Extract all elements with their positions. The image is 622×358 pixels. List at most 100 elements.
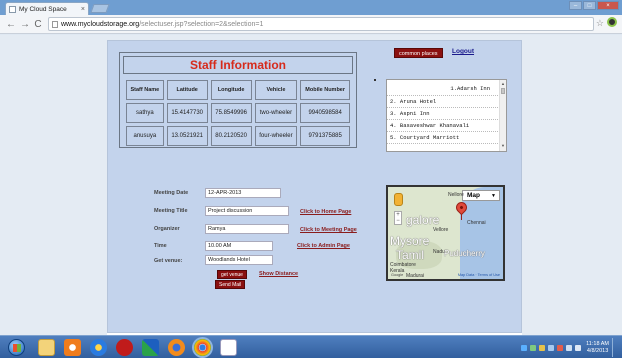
table-row: sathya 15.4147730 75.8549996 two-wheeler… [126,103,350,123]
chevron-down-icon: ▼ [491,193,496,199]
time-label: Time [154,243,167,249]
tray-icon[interactable] [548,344,555,351]
chrome-icon[interactable] [194,339,211,356]
get-venue-button[interactable]: get venue [217,270,247,279]
column-header: Mobile Number [300,80,350,100]
page-icon [52,20,58,28]
column-header: Vehicle [254,80,298,100]
table-cell: 80.2120520 [210,126,252,146]
map-label-chennai: Chennai [467,220,486,226]
tab-my-cloud-space[interactable]: My Cloud Space × [5,2,89,15]
window-controls: – □ × [569,1,619,10]
meeting-title-label: Meeting Title [154,208,188,214]
map-label-tamil: Tamil [396,248,425,262]
column-header: Staff Name [126,80,164,100]
map-label-nellore: Nellore [448,192,464,198]
tab-close-icon[interactable]: × [81,6,85,13]
table-cell: two-wheeler [254,103,298,123]
list-item[interactable]: 2. Aruna Hotel [387,96,506,108]
windows-taskbar: 11:18 AM 4/8/2013 [0,335,622,358]
zoom-out-icon[interactable]: − [395,218,401,224]
venue-field[interactable]: Woodlands Hotel [205,255,273,265]
tray-icon[interactable] [539,344,546,351]
map-type-value: Map [467,192,480,199]
zoom-control[interactable]: + − [394,211,402,225]
sea-area [460,187,503,279]
network-icon[interactable] [566,344,573,351]
table-row: anusuya 13.0521921 80.2120520 four-wheel… [126,126,350,146]
time-field[interactable]: 10.00 AM [205,241,273,251]
staff-info-title: Staff Information [123,56,353,74]
organizer-field[interactable]: Ramya [205,224,289,234]
logout-link[interactable]: Logout [452,48,474,55]
meeting-page-link[interactable]: Click to Meeting Page [300,227,357,233]
common-places-button[interactable]: common places [394,48,443,58]
system-tray: 11:18 AM 4/8/2013 [521,338,622,357]
chrome-logo-icon[interactable] [607,17,617,27]
file-explorer-icon[interactable] [38,339,55,356]
table-cell: 15.4147730 [166,103,208,123]
address-bar[interactable]: www.mycloudstorage.org /selectuser.jsp?s… [48,17,594,31]
app-icon-red[interactable] [116,339,133,356]
list-item[interactable]: 1.Adarsh Inn [387,80,506,96]
window-close-icon[interactable]: × [597,1,619,10]
meeting-date-field[interactable]: 12-APR-2013 [205,188,281,198]
map-footer: Google Map Data · Terms of Use [388,271,503,279]
meeting-title-field[interactable]: Project discussion [205,206,289,216]
map-label-bangalore: galore [406,213,440,227]
scroll-thumb[interactable] [501,88,505,94]
table-cell: four-wheeler [254,126,298,146]
map-widget[interactable]: + − Map ▼ Nellore galore Chennai Vellore… [386,185,505,281]
venue-label: Get venue: [154,258,183,264]
organizer-label: Organizer [154,226,180,232]
firefox-icon[interactable] [168,339,185,356]
places-scrollbar[interactable]: ▲ ▼ [499,80,506,151]
staff-information-box: Staff Information Staff Name Latitude Lo… [119,52,357,148]
admin-page-link[interactable]: Click to Admin Page [297,243,350,249]
tray-icon[interactable] [521,344,528,351]
volume-icon[interactable] [575,344,582,351]
main-panel: Staff Information Staff Name Latitude Lo… [107,40,522,333]
tray-icon[interactable] [557,344,564,351]
media-player-icon[interactable] [64,339,81,356]
maximize-icon[interactable]: □ [583,1,596,10]
reload-icon[interactable]: C [34,19,42,30]
tab-title: My Cloud Space [19,5,67,13]
pegman-icon[interactable] [394,193,403,206]
google-logo: Google [391,273,404,277]
home-page-link[interactable]: Click to Home Page [300,209,351,215]
map-label-vellore: Vellore [433,227,449,233]
marker-stem [461,214,462,220]
list-item[interactable]: 3. Aspni Inn [387,108,506,120]
table-cell: 9791375885 [300,126,350,146]
back-arrow-icon[interactable]: ← [6,19,16,30]
send-mail-button[interactable]: Send Mail [215,280,246,289]
forward-arrow-icon[interactable]: → [20,19,30,30]
places-list[interactable]: 1.Adarsh Inn 2. Aruna Hotel 3. Aspni Inn… [386,79,507,152]
page-favicon-icon [9,5,16,13]
browser-toolbar: ← → C www.mycloudstorage.org /selectuser… [0,15,622,34]
map-terms-link[interactable]: Map Data · Terms of Use [458,273,500,277]
scroll-down-icon[interactable]: ▼ [501,143,505,148]
divider-dot [374,79,376,81]
list-item[interactable]: 5. Courtyard Marriott [387,132,506,144]
tray-icon[interactable] [530,344,537,351]
clock-date: 4/8/2013 [586,347,609,354]
bookmark-star-icon[interactable]: ☆ [596,18,604,29]
minimize-icon[interactable]: – [569,1,582,10]
show-distance-link[interactable]: Show Distance [259,271,298,277]
notepad-icon[interactable] [220,339,237,356]
map-type-select[interactable]: Map ▼ [462,190,500,201]
app-icon-green[interactable] [142,339,159,356]
internet-explorer-icon[interactable] [90,339,107,356]
taskbar-clock[interactable]: 11:18 AM 4/8/2013 [586,341,609,355]
column-header: Latitude [166,80,208,100]
start-button-icon[interactable] [8,339,25,356]
table-cell: 9940598584 [300,103,350,123]
new-tab-button[interactable] [90,4,110,13]
page-viewport: Staff Information Staff Name Latitude Lo… [0,35,622,335]
scroll-up-icon[interactable]: ▲ [501,81,505,86]
list-item[interactable]: 4. Basaveshwar Khanavali [387,120,506,132]
show-desktop-button[interactable] [612,338,618,357]
staff-table: Staff Name Latitude Longitude Vehicle Mo… [123,77,353,149]
